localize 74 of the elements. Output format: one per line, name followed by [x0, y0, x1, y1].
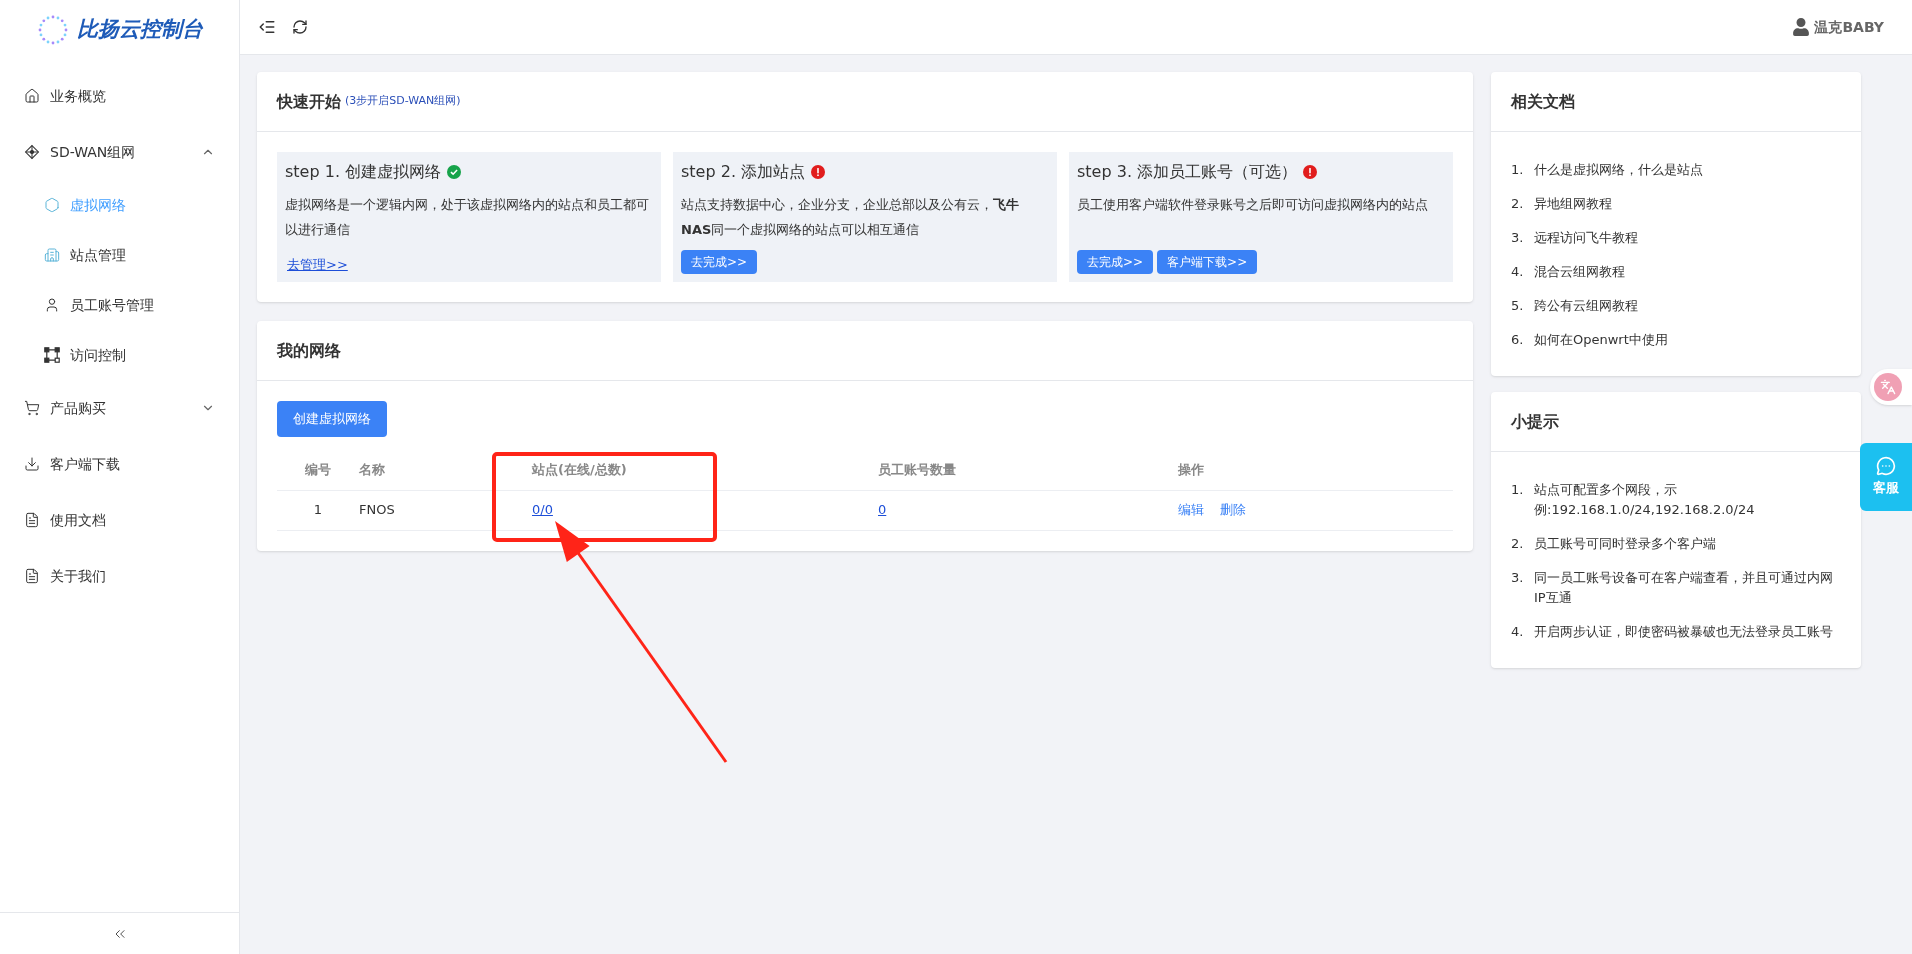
list-number: 3.	[1511, 229, 1525, 247]
user-icon	[44, 297, 60, 313]
card-subtitle: (3步开启SD-WAN组网)	[345, 93, 461, 110]
card-title: 小提示	[1511, 410, 1559, 433]
doc-link[interactable]: 跨公有云组网教程	[1534, 296, 1638, 316]
home-icon	[24, 88, 40, 104]
step-button[interactable]: 去完成>>	[1077, 250, 1154, 274]
doc-link[interactable]: 如何在Openwrt中使用	[1534, 330, 1668, 350]
list-number: 2.	[1511, 195, 1525, 213]
tip-text: 同一员工账号设备可在客户端查看，并且可通过内网IP互通	[1534, 569, 1834, 607]
sidebar-subitem[interactable]: 站点管理	[0, 230, 239, 280]
doc-link[interactable]: 远程访问飞牛教程	[1534, 228, 1638, 248]
chat-icon	[1876, 456, 1896, 477]
nodes-icon	[44, 347, 60, 363]
doc-link[interactable]: 混合云组网教程	[1534, 262, 1625, 282]
list-number: 1.	[1511, 161, 1525, 179]
sidebar-item[interactable]: 客户端下载	[0, 436, 239, 492]
card-title: 我的网络	[277, 339, 341, 362]
column-header: 员工账号数量	[878, 461, 956, 480]
step-description: 虚拟网络是一个逻辑内网，处于该虚拟网络内的站点和员工都可以进行通信	[285, 196, 650, 239]
download-icon	[24, 456, 40, 472]
table-cell-text: 1	[313, 501, 323, 520]
table-cell-text: FNOS	[359, 501, 395, 520]
sidebar-item[interactable]: 关于我们	[0, 548, 239, 604]
row-action-link[interactable]: 编辑	[1178, 500, 1204, 520]
step-title: step 2. 添加站点	[681, 161, 806, 183]
step-title: step 1. 创建虚拟网络	[285, 161, 442, 183]
cart-icon	[24, 400, 40, 416]
column-header: 站点(在线/总数)	[532, 461, 627, 480]
hexagon-icon	[44, 197, 60, 213]
sidebar-subitem[interactable]: 员工账号管理	[0, 280, 239, 330]
card-title: 相关文档	[1511, 90, 1575, 113]
document-icon	[24, 568, 40, 584]
list-number: 3.	[1511, 569, 1525, 587]
step-description: 站点支持数据中心，企业分支，企业总部以及公有云，飞牛NAS同一个虚拟网络的站点可以相互通信	[681, 196, 1020, 239]
row-action-link[interactable]: 删除	[1220, 500, 1246, 520]
list-number: 2.	[1511, 535, 1525, 553]
tip-text: 员工账号可同时登录多个客户端	[1534, 535, 1716, 553]
user-avatar-icon	[1792, 18, 1811, 36]
step-button[interactable]: 去完成>>	[681, 250, 758, 274]
create-network-button[interactable]: 创建虚拟网络	[277, 401, 387, 437]
employees-link[interactable]: 0	[878, 500, 887, 520]
sidebar-item[interactable]: 产品购买	[0, 380, 239, 436]
list-number: 5.	[1511, 297, 1525, 315]
list-number: 4.	[1511, 263, 1525, 281]
sidebar-item[interactable]: 使用文档	[0, 492, 239, 548]
tip-text: 站点可配置多个网段，示例:192.168.1.0/24,192.168.2.0/24	[1534, 481, 1756, 519]
card-title: 快速开始	[277, 90, 341, 113]
sites-link[interactable]: 0/0	[532, 500, 553, 520]
sidebar-item[interactable]: SD-WAN组网	[0, 124, 239, 180]
translate-icon	[1880, 379, 1896, 395]
doc-link[interactable]: 异地组网教程	[1534, 194, 1612, 214]
menu-icon[interactable]	[258, 18, 276, 36]
sidebar-item[interactable]: 业务概览	[0, 68, 239, 124]
doc-link[interactable]: 什么是虚拟网络，什么是站点	[1534, 160, 1703, 180]
column-header: 编号	[305, 461, 331, 480]
document-icon	[24, 512, 40, 528]
step-link[interactable]: 去管理>>	[285, 254, 350, 274]
column-header: 名称	[359, 461, 385, 480]
column-header: 操作	[1178, 461, 1204, 480]
refresh-icon[interactable]	[292, 19, 308, 35]
step-description: 员工使用客户端软件登录账号之后即可访问虚拟网络内的站点	[1077, 196, 1429, 214]
sidebar-subitem[interactable]: 访问控制	[0, 330, 239, 380]
logo-icon	[36, 14, 69, 46]
network-icon	[24, 144, 40, 160]
tip-text: 开启两步认证，即使密码被暴破也无法登录员工账号	[1534, 623, 1833, 641]
step-title: step 3. 添加员工账号（可选）	[1077, 161, 1298, 183]
list-number: 4.	[1511, 623, 1525, 641]
building-icon	[44, 247, 60, 263]
brand-name: 比扬云控制台	[76, 16, 203, 44]
list-number: 1.	[1511, 481, 1525, 499]
user-name[interactable]: 温克BABY	[1814, 16, 1884, 38]
list-number: 6.	[1511, 331, 1525, 349]
step-button[interactable]: 客户端下载>>	[1157, 250, 1258, 274]
